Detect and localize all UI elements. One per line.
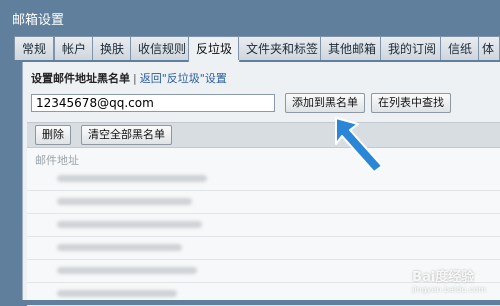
tab-stationery[interactable]: 信纸 xyxy=(440,36,481,60)
find-in-list-button[interactable]: 在列表中查找 xyxy=(371,93,451,113)
email-address-input[interactable] xyxy=(31,94,275,112)
column-header-email: 邮件地址 xyxy=(35,154,79,167)
tab-more[interactable]: 体 xyxy=(478,36,500,60)
tab-general[interactable]: 常规 xyxy=(14,36,55,60)
delete-button[interactable]: 删除 xyxy=(35,125,71,145)
blurred-email xyxy=(57,198,192,205)
blurred-email xyxy=(57,221,202,228)
table-row[interactable] xyxy=(27,214,500,237)
tab-folders-labels[interactable]: 文件夹和标签 xyxy=(238,36,327,60)
mail-settings-window: 邮箱设置 常规 帐户 换肤 收信规则 反垃圾 文件夹和标签 其他邮箱 我的订阅 … xyxy=(0,0,500,306)
list-toolbar: 删除 清空全部黑名单 xyxy=(27,122,500,148)
window-title: 邮箱设置 xyxy=(12,13,65,28)
tab-antispam[interactable]: 反垃圾 xyxy=(188,36,241,62)
tab-other-mailboxes[interactable]: 其他邮箱 xyxy=(320,36,385,60)
table-row[interactable] xyxy=(27,168,500,191)
back-to-antispam-link[interactable]: 返回"反垃圾"设置 xyxy=(140,72,227,85)
antispam-panel: 设置邮件地址黑名单|返回"反垃圾"设置 添加到黑名单 在列表中查找 删除 清空全… xyxy=(22,62,500,306)
blurred-email xyxy=(57,175,207,182)
blurred-email xyxy=(57,290,177,297)
clear-blacklist-button[interactable]: 清空全部黑名单 xyxy=(81,125,172,145)
blacklist-heading: 设置邮件地址黑名单 | 返回"反垃圾"设置 xyxy=(31,70,227,86)
table-row[interactable] xyxy=(27,191,500,214)
settings-tabs: 常规 帐户 换肤 收信规则 反垃圾 文件夹和标签 其他邮箱 我的订阅 信纸 体 xyxy=(0,36,500,62)
blurred-email xyxy=(57,267,197,274)
heading-separator: | xyxy=(133,72,137,85)
watermark-url: jingyan.baidu.com xyxy=(412,285,486,294)
blacklist-title: 设置邮件地址黑名单 xyxy=(31,72,130,85)
blurred-email xyxy=(57,244,182,251)
tab-skin[interactable]: 换肤 xyxy=(92,36,133,60)
tab-rules[interactable]: 收信规则 xyxy=(130,36,195,60)
watermark-brand: Bai度经验 xyxy=(412,270,475,285)
table-row[interactable] xyxy=(27,237,500,260)
pointer-arrow-icon xyxy=(335,117,383,173)
tab-account[interactable]: 帐户 xyxy=(54,36,95,60)
add-to-blacklist-button[interactable]: 添加到黑名单 xyxy=(285,93,365,113)
baidu-jingyan-watermark: Bai度经验 jingyan.baidu.com xyxy=(412,266,486,294)
tab-subscriptions[interactable]: 我的订阅 xyxy=(380,36,445,60)
